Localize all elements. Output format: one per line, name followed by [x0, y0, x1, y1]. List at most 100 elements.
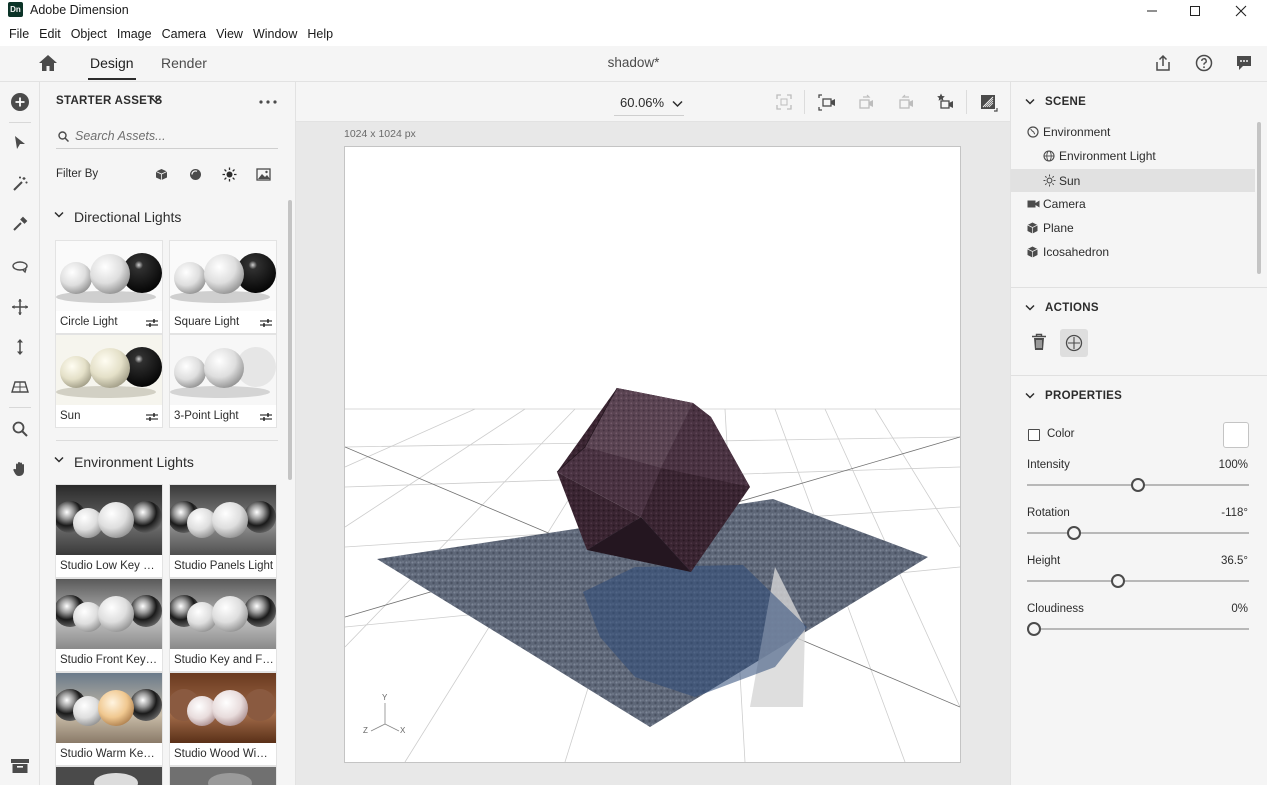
asset-card-sun[interactable]: Sun: [55, 334, 163, 428]
dolly-tool[interactable]: [8, 335, 32, 359]
rotation-slider-thumb[interactable]: [1066, 526, 1081, 540]
search-input[interactable]: Search Assets...: [75, 129, 166, 143]
settings-sliders-icon[interactable]: [146, 412, 158, 422]
asset-card-3-point-light[interactable]: 3-Point Light: [169, 334, 277, 428]
asset-card-circle-light[interactable]: Circle Light: [55, 240, 163, 334]
asset-card-studio-wood-window[interactable]: Studio Wood Wind...: [169, 672, 277, 766]
filter-models-button[interactable]: [155, 168, 168, 181]
height-slider-thumb[interactable]: [1111, 574, 1126, 588]
add-button[interactable]: [8, 90, 32, 114]
height-value[interactable]: 36.5°: [1221, 555, 1248, 567]
undo-camera-button[interactable]: [857, 94, 877, 112]
maximize-button[interactable]: [1172, 0, 1218, 22]
crosshair-icon: [1065, 334, 1083, 352]
section-directional-lights[interactable]: Directional Lights: [74, 209, 181, 225]
close-window-button[interactable]: [1218, 0, 1264, 22]
home-button[interactable]: [38, 54, 58, 72]
cube-icon: [1027, 246, 1038, 258]
scene-collapse-toggle[interactable]: [1025, 98, 1035, 106]
menu-help[interactable]: Help: [302, 27, 338, 41]
scene-item-camera[interactable]: Camera: [1011, 193, 1255, 215]
menu-edit[interactable]: Edit: [34, 27, 66, 41]
render-preview-icon: [981, 95, 998, 112]
asset-card-studio-front-key[interactable]: Studio Front Key L...: [55, 578, 163, 672]
scene-item-icosahedron[interactable]: Icosahedron: [1011, 241, 1255, 263]
intensity-value[interactable]: 100%: [1219, 459, 1248, 471]
assets-scrollbar[interactable]: [288, 200, 292, 480]
redo-camera-button[interactable]: [897, 94, 917, 112]
scene-item-sun[interactable]: Sun: [1011, 169, 1255, 192]
move-tool[interactable]: [8, 295, 32, 319]
asset-card-partial[interactable]: [55, 766, 163, 785]
frame-selection-button[interactable]: [776, 94, 792, 110]
properties-collapse-toggle[interactable]: [1025, 392, 1035, 400]
zoom-tool[interactable]: [8, 417, 32, 441]
asset-card-studio-low-key[interactable]: Studio Low Key Li...: [55, 484, 163, 578]
menu-object[interactable]: Object: [66, 27, 112, 41]
color-label: Color: [1047, 428, 1075, 440]
scene-item-plane[interactable]: Plane: [1011, 217, 1255, 239]
intensity-slider-thumb[interactable]: [1131, 478, 1145, 492]
environment-icon: [1027, 126, 1039, 138]
section-collapse-toggle[interactable]: [54, 456, 64, 464]
height-slider[interactable]: [1027, 574, 1249, 588]
cloudiness-value[interactable]: 0%: [1231, 603, 1248, 615]
rotation-value[interactable]: -118°: [1221, 507, 1248, 519]
sample-tool[interactable]: [8, 212, 32, 236]
asset-card-partial[interactable]: [169, 766, 277, 785]
cloudiness-slider[interactable]: [1027, 622, 1249, 636]
render-preview-button[interactable]: [980, 94, 998, 112]
tab-render[interactable]: Render: [161, 55, 207, 71]
scene-item-environment-light[interactable]: Environment Light: [1011, 145, 1255, 167]
asset-card-studio-warm-key[interactable]: Studio Warm Key ...: [55, 672, 163, 766]
place-on-ground-button[interactable]: [1060, 329, 1088, 357]
delete-button[interactable]: [1031, 333, 1051, 353]
select-tool[interactable]: [8, 131, 32, 155]
share-button[interactable]: [1154, 54, 1172, 72]
actions-collapse-toggle[interactable]: [1025, 304, 1035, 312]
asset-thumbnail: [170, 579, 276, 649]
section-environment-lights[interactable]: Environment Lights: [74, 454, 194, 470]
scene-item-environment[interactable]: Environment: [1011, 121, 1255, 143]
panel-toggle-button[interactable]: [8, 754, 32, 778]
help-button[interactable]: [1195, 54, 1213, 72]
rotation-slider[interactable]: [1027, 526, 1249, 540]
menu-camera[interactable]: Camera: [157, 27, 211, 41]
color-swatch[interactable]: [1223, 422, 1249, 448]
filter-lights-button[interactable]: [222, 167, 237, 182]
filter-materials-button[interactable]: [189, 168, 202, 181]
assets-dropdown[interactable]: [150, 96, 161, 104]
menu-window[interactable]: Window: [248, 27, 302, 41]
assets-more-button[interactable]: [259, 100, 277, 104]
intensity-slider[interactable]: [1027, 478, 1249, 492]
asset-card-studio-panels[interactable]: Studio Panels Light: [169, 484, 277, 578]
viewport[interactable]: Y X Z: [344, 146, 961, 763]
toolbar-divider: [966, 90, 967, 114]
asset-card-studio-key-and-fill[interactable]: Studio Key and Fil...: [169, 578, 277, 672]
orbit-tool[interactable]: [8, 254, 32, 278]
pan-tool[interactable]: [8, 457, 32, 481]
minimize-button[interactable]: [1129, 0, 1175, 22]
menu-file[interactable]: File: [4, 27, 34, 41]
feedback-button[interactable]: [1235, 54, 1253, 72]
section-collapse-toggle[interactable]: [54, 211, 64, 219]
magic-wand-tool[interactable]: [8, 172, 32, 196]
settings-sliders-icon[interactable]: [260, 318, 272, 328]
assets-header[interactable]: STARTER ASSETS: [56, 95, 162, 107]
zoom-selector[interactable]: 60.06%: [614, 94, 684, 116]
tab-design[interactable]: Design: [88, 55, 136, 80]
settings-sliders-icon[interactable]: [146, 318, 158, 328]
settings-sliders-icon[interactable]: [260, 412, 272, 422]
add-camera-bookmark-button[interactable]: [936, 93, 956, 112]
search-box[interactable]: Search Assets...: [56, 125, 278, 149]
scene-scrollbar[interactable]: [1257, 122, 1261, 274]
menu-bar: File Edit Object Image Camera View Windo…: [0, 22, 1267, 46]
menu-image[interactable]: Image: [112, 27, 157, 41]
filter-images-button[interactable]: [256, 168, 271, 181]
camera-fit-button[interactable]: [818, 94, 838, 112]
color-checkbox[interactable]: [1028, 429, 1040, 441]
menu-view[interactable]: View: [211, 27, 248, 41]
asset-card-square-light[interactable]: Square Light: [169, 240, 277, 334]
cloudiness-slider-thumb[interactable]: [1027, 622, 1041, 636]
perspective-tool[interactable]: [8, 375, 32, 399]
